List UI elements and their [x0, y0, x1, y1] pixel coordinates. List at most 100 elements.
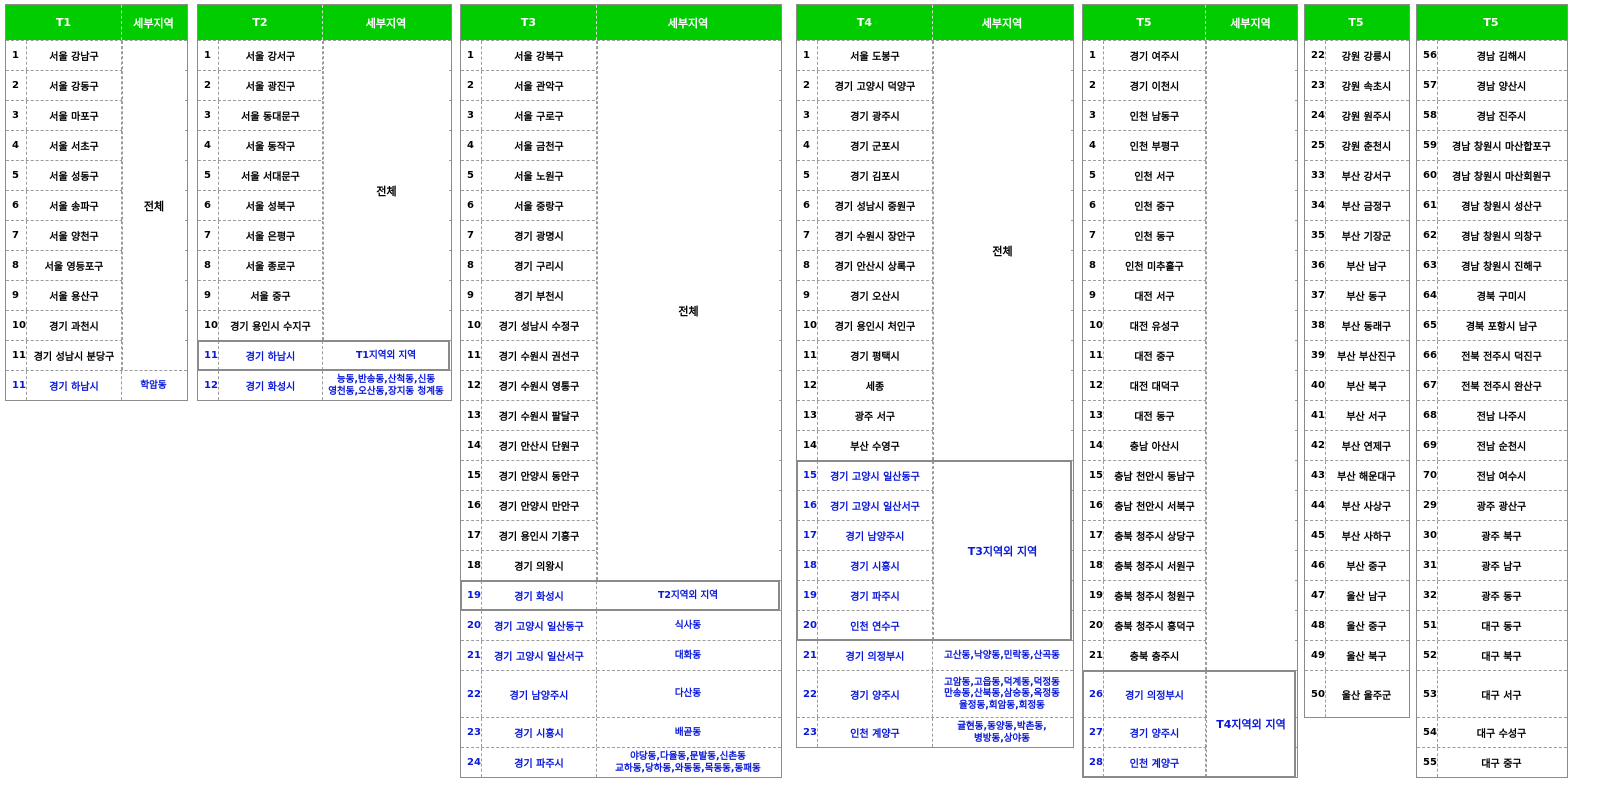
row-number: 23 [461, 718, 482, 747]
row-number: 38 [1305, 311, 1326, 340]
row-number: 8 [461, 251, 482, 280]
row-number: 15 [461, 461, 482, 490]
table-header: T3 세부지역 [461, 5, 781, 40]
row-number: 12 [461, 371, 482, 400]
row-number: 12 [797, 371, 818, 400]
row-number: 26 [1083, 671, 1104, 717]
region-name: 서울 송파구 [27, 191, 122, 220]
row-number: 11 [6, 371, 27, 400]
table-row: 31 광주 남구 [1417, 550, 1567, 580]
row-number: 10 [1083, 311, 1104, 340]
merged-outside-area-cell: T3지역외 지역 [933, 461, 1071, 640]
region-name: 강원 원주시 [1341, 112, 1392, 123]
region-name: 경기 과천시 [27, 311, 122, 340]
table-row: 22 강원 강릉시 [1305, 40, 1409, 70]
region-name: 경기 광명시 [482, 221, 597, 250]
row-number: 29 [1417, 491, 1438, 520]
region-name: 서울 동대문구 [219, 101, 323, 130]
row-number: 15 [797, 461, 818, 490]
region-name: 경기 고양시 일산동구 [818, 461, 933, 490]
region-name: 대전 서구 [1104, 281, 1206, 310]
subregion-detail: 대화동 [674, 649, 702, 661]
row-number: 39 [1305, 341, 1326, 370]
row-number: 6 [461, 191, 482, 220]
row-number: 21 [1083, 641, 1104, 670]
header-subregion: 세부지역 [1230, 16, 1271, 30]
row-number: 18 [461, 551, 482, 580]
region-name: 경기 안산시 단원구 [482, 431, 597, 460]
row-number: 45 [1305, 521, 1326, 550]
row-number: 9 [6, 281, 27, 310]
table-row: 20 경기 고양시 일산동구 식사동 [461, 610, 781, 640]
region-name: 강원 강릉시 [1341, 52, 1392, 63]
region-name: 경남 창원시 마산회원구 [1452, 172, 1551, 183]
region-name: 대전 대덕구 [1104, 371, 1206, 400]
row-number: 27 [1083, 718, 1104, 747]
region-name: 부산 기장군 [1341, 232, 1392, 243]
region-name: 경기 고양시 덕양구 [818, 71, 933, 100]
row-number: 14 [1083, 431, 1104, 460]
table-row: 63 경남 창원시 진해구 [1417, 250, 1567, 280]
table-row: 70 전남 여수시 [1417, 460, 1567, 490]
header-tier: T5 [1348, 16, 1364, 29]
region-name: 대구 중구 [1481, 759, 1522, 770]
row-number: 19 [797, 581, 818, 610]
row-number: 1 [198, 41, 219, 70]
region-name: 전남 순천시 [1476, 442, 1527, 453]
row-number: 5 [6, 161, 27, 190]
table-row: 48 울산 중구 [1305, 610, 1409, 640]
region-name: 서울 관악구 [482, 71, 597, 100]
row-number: 8 [1083, 251, 1104, 280]
row-number: 16 [797, 491, 818, 520]
row-number: 7 [6, 221, 27, 250]
row-number: 61 [1417, 191, 1438, 220]
region-name: 광주 서구 [818, 401, 933, 430]
table-row: 24 경기 파주시 야당동,다율동,문발동,신촌동 교하동,당하동,와동동,목동동,동… [461, 747, 781, 777]
table-t5: T5 세부지역 1 경기 여주시 2 경기 이천시 3 인천 남동구 4 인천 부평구 5 인천 서구… [1082, 4, 1298, 778]
table-row: 58 경남 진주시 [1417, 100, 1567, 130]
region-name: 경기 부천시 [482, 281, 597, 310]
table-row: 45 부산 사하구 [1305, 520, 1409, 550]
region-name: 부산 동구 [1346, 292, 1387, 303]
table-t2: T2 세부지역 1 서울 강서구 2 서울 광진구 3 서울 동대문구 4 서울 동작구 5 서울 서… [197, 4, 452, 401]
region-name: 경기 안양시 동안구 [482, 461, 597, 490]
region-name: 경기 파주시 [482, 748, 597, 777]
region-name: 부산 강서구 [1341, 172, 1392, 183]
region-name: 서울 강서구 [219, 41, 323, 70]
region-name: 서울 강북구 [482, 41, 597, 70]
table-t5-continued-a: T5 22 강원 강릉시 23 강원 속초시 24 강원 원주시 25 강원 춘천시 33 부산 강… [1304, 4, 1410, 718]
row-number: 50 [1305, 671, 1326, 717]
row-number: 24 [461, 748, 482, 777]
region-name: 부산 해운대구 [1337, 472, 1396, 483]
region-name: 충북 청주시 흥덕구 [1104, 611, 1206, 640]
region-name: 경기 수원시 영통구 [482, 371, 597, 400]
row-number: 30 [1417, 521, 1438, 550]
region-name: 충북 청주시 청원구 [1104, 581, 1206, 610]
row-number: 7 [461, 221, 482, 250]
region-name: 경남 김해시 [1476, 52, 1527, 63]
region-name: 서울 구로구 [482, 101, 597, 130]
region-name: 충북 청주시 상당구 [1104, 521, 1206, 550]
region-name: 경기 하남시 [27, 371, 122, 400]
row-number: 2 [461, 71, 482, 100]
region-name: 경기 수원시 팔달구 [482, 401, 597, 430]
table-row: 62 경남 창원시 의창구 [1417, 220, 1567, 250]
table-row: 23 경기 시흥시 배곧동 [461, 717, 781, 747]
row-number: 6 [1083, 191, 1104, 220]
region-name: 대전 동구 [1104, 401, 1206, 430]
row-number: 11 [461, 341, 482, 370]
merged-all-cell: 전체 [933, 41, 1071, 460]
table-row: 66 전북 전주시 덕진구 [1417, 340, 1567, 370]
region-name: 대구 서구 [1481, 690, 1522, 702]
region-name: 서울 성동구 [27, 161, 122, 190]
row-number: 3 [797, 101, 818, 130]
region-name: 서울 광진구 [219, 71, 323, 100]
region-name: 부산 북구 [1346, 382, 1387, 393]
region-name: 충북 충주시 [1104, 641, 1206, 670]
region-name: 울산 중구 [1346, 622, 1387, 633]
region-name: 경기 안산시 상록구 [818, 251, 933, 280]
region-name: 대전 중구 [1104, 341, 1206, 370]
row-number: 42 [1305, 431, 1326, 460]
row-number: 63 [1417, 251, 1438, 280]
row-number: 20 [797, 611, 818, 640]
